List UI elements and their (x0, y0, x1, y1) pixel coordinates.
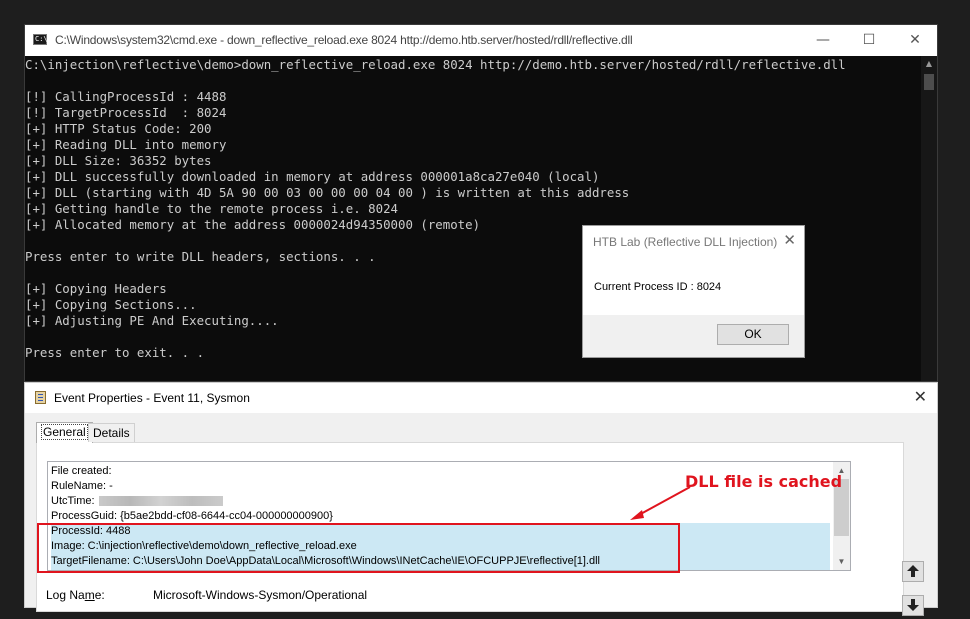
down-arrow-icon (907, 599, 919, 611)
minimize-button[interactable]: — (800, 25, 846, 56)
console-line: [!] CallingProcessId : 4488 (25, 89, 227, 104)
annotation-label: DLL file is cached (685, 472, 843, 491)
next-event-button[interactable] (902, 595, 924, 616)
file-created-line: File created: (51, 465, 112, 477)
redacted-timestamp (98, 496, 223, 507)
console-line: [+] HTTP Status Code: 200 (25, 121, 212, 136)
message-box-footer: OK (583, 315, 804, 357)
annotation-arrow-icon (630, 486, 691, 520)
tab-general-label: General (41, 424, 88, 440)
console-line: [+] DLL Size: 36352 bytes (25, 153, 212, 168)
up-arrow-icon (907, 565, 919, 577)
message-box: HTB Lab (Reflective DLL Injection) ✕ Cur… (582, 225, 805, 358)
ok-button[interactable]: OK (717, 324, 789, 345)
process-guid-line: ProcessGuid: {b5ae2bdd-cf08-6644-cc04-00… (51, 510, 333, 522)
console-line: [+] Getting handle to the remote process… (25, 201, 398, 216)
cmd-icon-text: C:\. (35, 35, 52, 43)
rule-name-line: RuleName: - (51, 480, 113, 492)
highlight-annotation-box (37, 523, 680, 573)
maximize-button[interactable]: ☐ (846, 25, 892, 56)
message-box-close-icon[interactable]: ✕ (783, 231, 796, 249)
cmd-titlebar[interactable]: C:\. C:\Windows\system32\cmd.exe - down_… (25, 25, 937, 56)
utc-time-line: UtcTime: (51, 494, 600, 509)
scroll-down-arrow-icon[interactable]: ▼ (833, 553, 850, 570)
log-name-value: Microsoft-Windows-Sysmon/Operational (153, 588, 368, 602)
close-button[interactable]: ✕ (892, 25, 938, 56)
log-name-label: Log Name: (46, 588, 105, 602)
message-box-title: HTB Lab (Reflective DLL Injection) (593, 235, 778, 249)
event-close-icon[interactable]: ✕ (914, 387, 927, 407)
cmd-icon: C:\. (33, 34, 52, 45)
scroll-up-arrow-icon[interactable]: ▲ (921, 56, 937, 72)
tab-general[interactable]: General (36, 422, 93, 443)
console-line: [+] DLL (starting with 4D 5A 90 00 03 00… (25, 185, 630, 200)
utc-time-label: UtcTime: (51, 495, 95, 507)
console-line: [+] Reading DLL into memory (25, 137, 227, 152)
scrollbar-thumb[interactable] (924, 74, 934, 90)
tab-details[interactable]: Details (88, 423, 135, 442)
console-line: C:\injection\reflective\demo>down_reflec… (25, 57, 846, 72)
previous-event-button[interactable] (902, 561, 924, 582)
console-scrollbar[interactable]: ▲ (921, 56, 937, 381)
event-window-title: Event Properties - Event 11, Sysmon (54, 391, 250, 405)
tab-details-label: Details (93, 426, 130, 440)
console-line: [!] TargetProcessId : 8024 (25, 105, 227, 120)
message-box-text: Current Process ID : 8024 (594, 281, 722, 293)
cmd-window-title: C:\Windows\system32\cmd.exe - down_refle… (55, 33, 633, 47)
event-titlebar[interactable]: Event Properties - Event 11, Sysmon ✕ (25, 383, 937, 413)
event-properties-window: Event Properties - Event 11, Sysmon ✕ Ge… (24, 382, 938, 616)
console-line: [+] DLL successfully downloaded in memor… (25, 169, 600, 184)
event-viewer-icon (35, 391, 46, 404)
